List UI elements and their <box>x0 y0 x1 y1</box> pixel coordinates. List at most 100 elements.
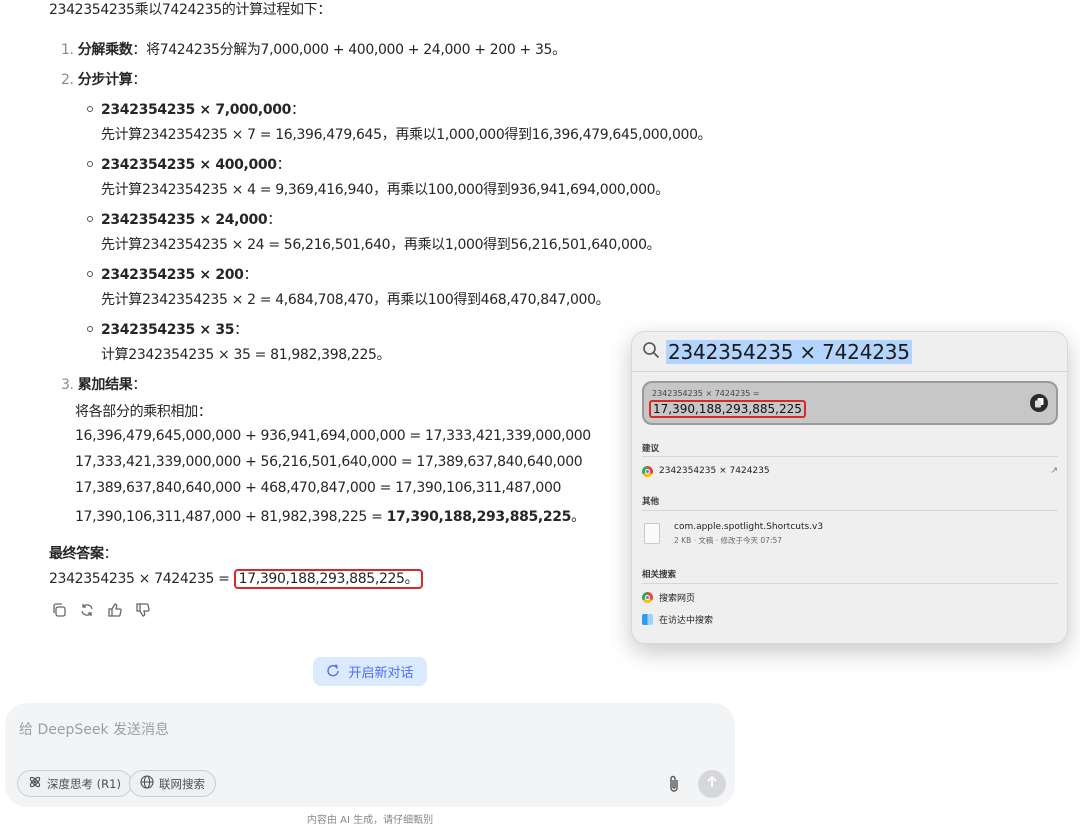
regenerate-icon[interactable] <box>77 600 97 620</box>
divider <box>642 583 1058 584</box>
sum-line: 17,389,637,840,640,000 + 468,470,847,000… <box>75 480 562 496</box>
copy-icon[interactable] <box>1030 394 1048 412</box>
sub-step-5-colon: ： <box>234 322 248 338</box>
deep-think-toggle[interactable]: 深度思考 (R1) <box>17 770 132 797</box>
message-actions <box>49 600 153 620</box>
intro-text: 2342354235乘以7424235的计算过程如下： <box>49 2 331 18</box>
step-1-text: ：将7424235分解为7,000,000 + 400,000 + 24,000… <box>132 42 566 58</box>
chrome-icon <box>642 465 653 477</box>
final-answer-value: 17,390,188,293,885,225。 <box>233 569 424 589</box>
bullet-icon <box>87 271 93 277</box>
spotlight-query[interactable]: 2342354235 × 7424235 <box>666 340 912 364</box>
sub-step-title: 2342354235 × 7,000,000： <box>87 99 305 119</box>
sum-line-final: 17,390,106,311,487,000 + 81,982,398,225 … <box>75 506 585 526</box>
spotlight-panel: 2342354235 × 7424235 2342354235 × 742423… <box>631 331 1068 644</box>
globe-icon <box>140 775 154 792</box>
sub-step-title: 2342354235 × 24,000： <box>87 209 281 229</box>
section-suggest: 建议 <box>642 444 660 454</box>
sub-step-detail: 先计算2342354235 × 24 = 56,216,501,640，再乘以1… <box>101 237 661 253</box>
deep-think-label: 深度思考 (R1) <box>47 776 121 791</box>
section-related: 相关搜索 <box>642 570 677 580</box>
bullet-icon <box>87 326 93 332</box>
sum-line: 17,333,421,339,000,000 + 56,216,501,640,… <box>75 454 583 470</box>
paperclip-icon[interactable] <box>662 772 686 796</box>
related-search-finder[interactable]: 在访达中搜索 <box>642 610 1058 628</box>
file-result-meta: 2 KB · 文稿 · 修改于今天 07:57 <box>674 536 783 545</box>
related-search-web[interactable]: 搜索网页 <box>642 588 1058 606</box>
final-answer: 2342354235 × 7424235 = 17,390,188,293,88… <box>49 568 424 589</box>
sub-step-detail: 先计算2342354235 × 2 = 4,684,708,470，再乘以100… <box>101 292 610 308</box>
thumbs-down-icon[interactable] <box>133 600 153 620</box>
arrow-up-icon <box>705 775 719 793</box>
section-other: 其他 <box>642 497 660 507</box>
sum-line: 16,396,479,645,000,000 + 936,941,694,000… <box>75 428 591 444</box>
new-chat-label: 开启新对话 <box>348 666 414 681</box>
sub-step-3-title: 2342354235 × 24,000 <box>101 212 268 228</box>
arrow-up-right-icon: ↗ <box>1050 466 1058 476</box>
new-chat-button[interactable]: 开启新对话 <box>313 657 427 686</box>
sub-step-1-colon: ： <box>291 102 305 118</box>
sub-step-detail: 计算2342354235 × 35 = 81,982,398,225。 <box>101 347 391 363</box>
step-3: 3. 累加结果： <box>61 374 146 394</box>
chrome-icon <box>642 591 653 603</box>
sum-last-suffix: 。 <box>571 509 585 525</box>
calculator-expression: 2342354235 × 7424235 = <box>652 389 760 398</box>
step-2-number: 2. <box>61 72 74 88</box>
final-answer-heading: 最终答案： <box>49 543 118 563</box>
calculator-result: 17,390,188,293,885,225 <box>649 400 806 418</box>
step-1-title: 分解乘数 <box>77 42 133 58</box>
sub-step-3-colon: ： <box>267 212 281 228</box>
step-1-number: 1. <box>61 42 74 58</box>
step-3-title: 累加结果 <box>77 377 133 393</box>
divider <box>642 456 1058 457</box>
document-icon <box>644 523 660 544</box>
sub-step-2-colon: ： <box>276 157 291 173</box>
step-3-number: 3. <box>61 377 74 393</box>
calculator-result-card[interactable]: 2342354235 × 7424235 = 17,390,188,293,88… <box>642 381 1058 425</box>
related-label: 在访达中搜索 <box>659 615 714 626</box>
suggestion-item[interactable]: 2342354235 × 7424235 ↗ <box>642 462 1058 480</box>
sub-step-detail: 先计算2342354235 × 4 = 9,369,416,940，再乘以100… <box>101 182 669 198</box>
step-2-colon: ： <box>132 72 147 88</box>
sum-last-total: 17,390,188,293,885,225 <box>386 509 572 525</box>
magnifier-icon <box>642 341 660 363</box>
sub-step-4-title: 2342354235 × 200 <box>101 267 244 283</box>
step-3-lead: 将各部分的乘积相加： <box>75 404 212 420</box>
bullet-icon <box>87 216 93 222</box>
final-answer-prefix: 2342354235 × 7424235 = <box>49 571 234 587</box>
related-label: 搜索网页 <box>659 593 696 604</box>
sub-step-title: 2342354235 × 200： <box>87 264 258 284</box>
divider <box>632 371 1067 372</box>
step-2-title: 分步计算 <box>77 72 133 88</box>
final-answer-title: 最终答案 <box>49 546 104 562</box>
message-input[interactable]: 给 DeepSeek 发送消息 <box>19 719 169 739</box>
message-composer[interactable]: 给 DeepSeek 发送消息 深度思考 (R1) 联网搜索 <box>5 703 735 807</box>
sub-step-title: 2342354235 × 400,000： <box>87 154 291 174</box>
new-chat-icon <box>326 663 340 681</box>
bullet-icon <box>87 106 93 112</box>
file-result-name[interactable]: com.apple.spotlight.Shortcuts.v3 <box>674 522 823 532</box>
step-2: 2. 分步计算： <box>61 69 146 89</box>
divider <box>642 510 1058 511</box>
web-search-label: 联网搜索 <box>159 776 205 791</box>
sub-step-4-colon: ： <box>243 267 258 283</box>
suggestion-label: 2342354235 × 7424235 <box>659 466 770 476</box>
sub-step-title: 2342354235 × 35： <box>87 319 248 339</box>
sub-step-2-title: 2342354235 × 400,000 <box>101 157 277 173</box>
step-3-colon: ： <box>132 377 147 393</box>
bullet-icon <box>87 161 93 167</box>
sub-step-1-title: 2342354235 × 7,000,000 <box>101 102 292 118</box>
copy-icon[interactable] <box>49 600 69 620</box>
step-1: 1. 分解乘数：将7424235分解为7,000,000 + 400,000 +… <box>61 39 566 59</box>
sub-step-5-title: 2342354235 × 35 <box>101 322 235 338</box>
sum-last-prefix: 17,390,106,311,487,000 + 81,982,398,225 … <box>75 509 387 525</box>
spotlight-search-bar[interactable]: 2342354235 × 7424235 <box>642 339 912 365</box>
ai-disclaimer: 内容由 AI 生成，请仔细甄别 <box>306 815 434 825</box>
send-button[interactable] <box>698 770 726 798</box>
web-search-toggle[interactable]: 联网搜索 <box>129 770 216 797</box>
atom-icon <box>28 775 42 792</box>
final-answer-colon: ： <box>103 546 118 562</box>
sub-step-detail: 先计算2342354235 × 7 = 16,396,479,645，再乘以1,… <box>101 127 712 143</box>
finder-icon <box>642 613 653 625</box>
thumbs-up-icon[interactable] <box>105 600 125 620</box>
